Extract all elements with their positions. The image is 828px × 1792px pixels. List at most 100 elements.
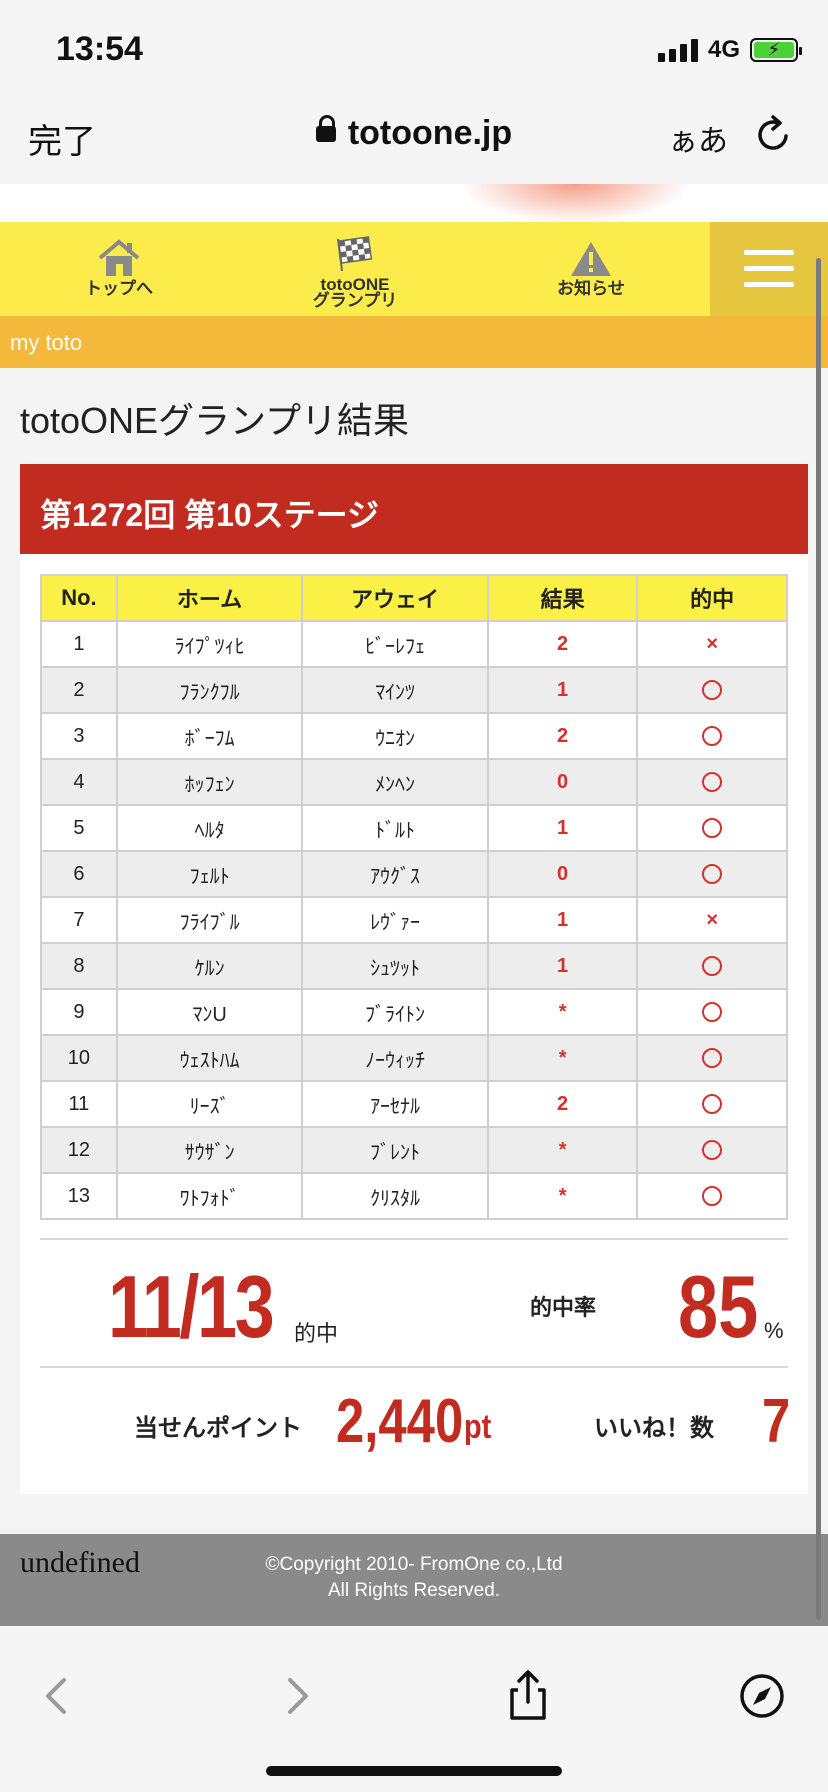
cell-home-team: ﾘｰｽﾞ <box>115 1080 304 1128</box>
table-row: 3 ﾎﾞｰﾌﾑ ｳﾆｵﾝ 2 <box>40 712 788 760</box>
hit-mark <box>702 772 723 793</box>
cell-hit <box>636 942 788 990</box>
cell-home-team: ﾌﾗｲﾌﾞﾙ <box>115 896 304 944</box>
cell-hit <box>636 666 788 714</box>
breadcrumb[interactable]: my toto <box>0 316 828 368</box>
table-header-row: No. ホーム アウェイ 結果 的中 <box>40 574 788 622</box>
lock-icon <box>315 115 336 142</box>
cell-result: 0 <box>486 850 639 898</box>
nav-item-grandprix[interactable]: totoONE グランプリ <box>300 222 410 316</box>
home-indicator[interactable] <box>266 1766 562 1776</box>
cell-result: 2 <box>486 1080 639 1128</box>
cell-hit <box>636 988 788 1036</box>
copyright-line-1: ©Copyright 2010- FromOne co.,Ltd <box>265 1554 563 1575</box>
likes-value: 7 <box>762 1387 791 1456</box>
copyright: ©Copyright 2010- FromOne co.,Ltd All Rig… <box>0 1552 828 1604</box>
back-icon[interactable] <box>28 1666 88 1726</box>
hit-mark <box>702 956 723 977</box>
footer: undefined ©Copyright 2010- FromOne co.,L… <box>0 1534 828 1626</box>
cell-no: 5 <box>40 804 118 852</box>
cell-home-team: ﾍﾙﾀ <box>115 804 304 852</box>
page-title: totoONEグランプリ結果 <box>20 400 409 441</box>
table-row: 8 ｹﾙﾝ ｼｭﾂｯﾄ 1 <box>40 942 788 990</box>
cell-away-team: ｳﾆｵﾝ <box>301 712 489 760</box>
cell-away-team: ｱｰｾﾅﾙ <box>301 1080 489 1128</box>
cell-away-team: ﾏｲﾝﾂ <box>301 666 489 714</box>
compass-icon[interactable] <box>732 1666 792 1726</box>
cell-away-team: ﾌﾞﾚﾝﾄ <box>301 1126 489 1174</box>
miss-mark: × <box>706 632 719 655</box>
table-row: 2 ﾌﾗﾝｸﾌﾙ ﾏｲﾝﾂ 1 <box>40 666 788 714</box>
cell-no: 7 <box>40 896 118 944</box>
divider <box>40 1366 788 1368</box>
cell-no: 12 <box>40 1126 118 1174</box>
hit-mark <box>702 1094 723 1115</box>
cell-hit: × <box>636 896 788 944</box>
cell-no: 10 <box>40 1034 118 1082</box>
status-time: 13:54 <box>56 30 143 68</box>
cell-result: 0 <box>486 758 639 806</box>
cell-result: * <box>486 1034 639 1082</box>
hit-count-suffix: 的中 <box>294 1321 339 1346</box>
cell-away-team: ｼｭﾂｯﾄ <box>301 942 489 990</box>
nav-item-top[interactable]: トップへ <box>64 222 174 316</box>
hit-rate-unit: % <box>764 1318 784 1343</box>
cell-hit <box>636 850 788 898</box>
hamburger-menu-icon[interactable] <box>710 222 828 316</box>
nav-item-top-label: トップへ <box>85 279 153 298</box>
share-icon[interactable] <box>498 1666 558 1726</box>
url-text: totoone.jp <box>347 114 513 152</box>
nav-item-news[interactable]: お知らせ <box>536 222 646 316</box>
hit-rate-label: 的中率 <box>530 1295 597 1320</box>
cell-home-team: ﾌｪﾙﾄ <box>115 850 304 898</box>
hit-rate-value: 85 <box>678 1257 759 1356</box>
cell-home-team: ﾌﾗﾝｸﾌﾙ <box>115 666 304 714</box>
table-row: 11 ﾘｰｽﾞ ｱｰｾﾅﾙ 2 <box>40 1080 788 1128</box>
cell-away-team: ﾄﾞﾙﾄ <box>301 804 489 852</box>
cell-no: 2 <box>40 666 118 714</box>
cell-hit <box>636 1034 788 1082</box>
warning-icon <box>571 242 611 276</box>
cell-no: 11 <box>40 1080 118 1128</box>
cell-away-team: ﾋﾞｰﾚﾌｪ <box>301 620 489 668</box>
table-row: 9 ﾏﾝU ﾌﾞﾗｲﾄﾝ * <box>40 988 788 1036</box>
cell-no: 13 <box>40 1172 118 1220</box>
house-icon <box>98 239 140 276</box>
cell-hit <box>636 1172 788 1220</box>
cell-away-team: ﾌﾞﾗｲﾄﾝ <box>301 988 489 1036</box>
cell-home-team: ﾎｯﾌｪﾝ <box>115 758 304 806</box>
reload-icon[interactable] <box>756 114 792 154</box>
text-size-button[interactable]: ぁあ <box>668 116 728 160</box>
table-row: 6 ﾌｪﾙﾄ ｱｳｸﾞｽ 0 <box>40 850 788 898</box>
cell-home-team: ﾏﾝU <box>115 988 304 1036</box>
hit-count: 11/13 <box>108 1257 275 1356</box>
nav-item-news-label: お知らせ <box>557 279 625 298</box>
battery-icon: ⚡ <box>750 38 802 62</box>
cell-result: 1 <box>486 942 639 990</box>
site-logo-strip <box>0 184 828 222</box>
cell-away-team: ｱｳｸﾞｽ <box>301 850 489 898</box>
cell-no: 4 <box>40 758 118 806</box>
cell-no: 3 <box>40 712 118 760</box>
hit-mark <box>702 1048 723 1069</box>
cell-home-team: ｹﾙﾝ <box>115 942 304 990</box>
points-unit: pt <box>464 1408 492 1446</box>
hit-mark <box>702 1002 723 1023</box>
cell-result: 2 <box>486 620 639 668</box>
hit-mark <box>702 818 723 839</box>
cell-hit <box>636 804 788 852</box>
cell-hit <box>636 1126 788 1174</box>
cell-home-team: ｳｪｽﾄﾊﾑ <box>115 1034 304 1082</box>
status-indicators: 4G ⚡ <box>657 36 802 64</box>
cell-no: 8 <box>40 942 118 990</box>
cell-away-team: ﾉｰｳｨｯﾁ <box>301 1034 489 1082</box>
cell-result: 1 <box>486 666 639 714</box>
hit-mark <box>702 726 723 747</box>
cell-away-team: ﾚｳﾞｧｰ <box>301 896 489 944</box>
network-type: 4G <box>707 36 740 63</box>
scrollbar[interactable] <box>816 258 821 1620</box>
table-row: 4 ﾎｯﾌｪﾝ ﾒﾝﾍﾝ 0 <box>40 758 788 806</box>
table-row: 10 ｳｪｽﾄﾊﾑ ﾉｰｳｨｯﾁ * <box>40 1034 788 1082</box>
cell-result: 2 <box>486 712 639 760</box>
forward-icon[interactable] <box>266 1666 326 1726</box>
